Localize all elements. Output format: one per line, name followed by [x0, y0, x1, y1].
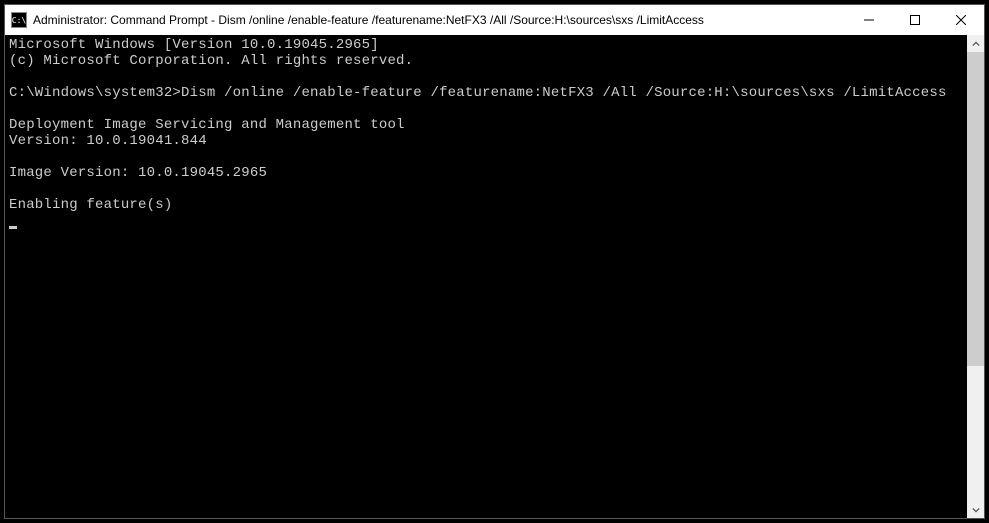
titlebar[interactable]: C:\ Administrator: Command Prompt - Dism…	[5, 5, 984, 35]
line-8: Image Version: 10.0.19045.2965	[9, 165, 267, 181]
line-1: (c) Microsoft Corporation. All rights re…	[9, 53, 413, 69]
close-icon	[956, 15, 966, 25]
scroll-down-button[interactable]	[967, 501, 984, 518]
cmd-icon: C:\	[11, 12, 27, 28]
text-cursor	[9, 226, 17, 229]
content-area: Microsoft Windows [Version 10.0.19045.29…	[5, 35, 984, 518]
command-prompt-window: C:\ Administrator: Command Prompt - Dism…	[4, 4, 985, 519]
line-6: Version: 10.0.19041.844	[9, 133, 207, 149]
line-0: Microsoft Windows [Version 10.0.19045.29…	[9, 37, 379, 53]
window-title: Administrator: Command Prompt - Dism /on…	[33, 13, 846, 27]
line-10: Enabling feature(s)	[9, 197, 172, 213]
cmd-icon-label: C:\	[12, 16, 26, 25]
scroll-track[interactable]	[967, 52, 984, 501]
close-button[interactable]	[938, 5, 984, 35]
scroll-thumb[interactable]	[967, 52, 984, 366]
line-3: C:\Windows\system32>Dism /online /enable…	[9, 85, 947, 101]
maximize-button[interactable]	[892, 5, 938, 35]
maximize-icon	[910, 15, 920, 25]
minimize-icon	[864, 15, 874, 25]
chevron-up-icon	[972, 40, 980, 48]
minimize-button[interactable]	[846, 5, 892, 35]
scroll-up-button[interactable]	[967, 35, 984, 52]
line-5: Deployment Image Servicing and Managemen…	[9, 117, 405, 133]
vertical-scrollbar[interactable]	[967, 35, 984, 518]
window-controls	[846, 5, 984, 35]
terminal-output[interactable]: Microsoft Windows [Version 10.0.19045.29…	[5, 35, 967, 518]
chevron-down-icon	[972, 506, 980, 514]
